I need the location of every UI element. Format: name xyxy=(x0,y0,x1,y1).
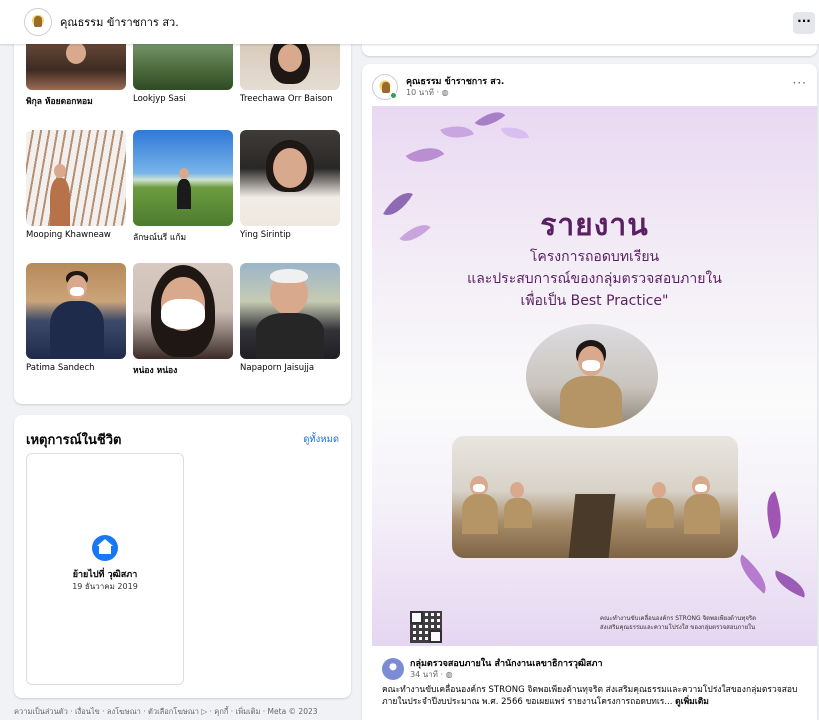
feed-post: คุณธรรม ข้าราชการ สว. 10 นาที · ◍ ··· รา… xyxy=(362,64,817,720)
life-events-card: เหตุการณ์ในชีวิต ดูทั้งหมด ย้ายไปที่ วุฒ… xyxy=(14,415,351,698)
page-header-bar: คุณธรรม ข้าราชการ สว. ··· xyxy=(0,0,819,44)
source-post-timestamp[interactable]: 34 นาที · ◍ xyxy=(410,668,453,681)
friend-photo[interactable] xyxy=(240,263,340,359)
friend-photo[interactable] xyxy=(240,130,340,226)
friend-photo[interactable] xyxy=(26,263,126,359)
life-event-title[interactable]: ย้ายไปที่ วุฒิสภา xyxy=(27,567,183,581)
friend-name[interactable]: พิกุล ห้อยดอกหอม xyxy=(26,94,126,108)
post-more-options-icon[interactable]: ··· xyxy=(793,76,807,90)
meeting-photo xyxy=(452,436,738,558)
friend-tile[interactable]: ลักษณ์นรี แก้ม xyxy=(133,130,233,244)
friend-tile[interactable]: Napaporn Jaisujja xyxy=(240,263,340,373)
friend-name[interactable]: Treechawa Orr Baison xyxy=(240,94,340,104)
friend-photo[interactable] xyxy=(240,40,340,90)
friend-photo[interactable] xyxy=(26,40,126,90)
friend-name[interactable]: Patima Sandech xyxy=(26,363,126,373)
online-status-dot xyxy=(390,92,397,99)
friend-photo[interactable] xyxy=(133,130,233,226)
friend-name[interactable]: หน่อง หน่อง xyxy=(133,363,233,377)
more-options-button[interactable]: ··· xyxy=(793,12,815,34)
friend-name[interactable]: Ying Sirintip xyxy=(240,230,340,240)
qr-code xyxy=(410,611,442,643)
image-caption: คณะทำงานขับเคลื่อนองค์กร STRONG จิตพอเพี… xyxy=(600,615,756,631)
friend-name[interactable]: Mooping Khawneaw xyxy=(26,230,126,240)
friend-name[interactable]: Napaporn Jaisujja xyxy=(240,363,340,373)
report-line-1: โครงการถอดบทเรียน xyxy=(529,249,660,265)
friend-name[interactable]: Lookjyp Sasi xyxy=(133,94,233,104)
source-page-avatar[interactable] xyxy=(382,658,404,680)
friend-tile[interactable]: Treechawa Orr Baison xyxy=(240,40,340,104)
friend-tile[interactable]: Ying Sirintip xyxy=(240,130,340,240)
previous-post-edge xyxy=(362,44,817,56)
life-events-title: เหตุการณ์ในชีวิต xyxy=(26,433,122,448)
page-avatar[interactable] xyxy=(24,8,52,36)
post-timestamp[interactable]: 10 นาที · ◍ xyxy=(406,86,449,99)
see-all-link[interactable]: ดูทั้งหมด xyxy=(303,432,339,447)
friend-photo[interactable] xyxy=(26,130,126,226)
shared-post-image[interactable]: รายงาน โครงการถอดบทเรียน และประสบการณ์ขอ… xyxy=(372,106,817,646)
officer-photo xyxy=(526,324,658,428)
friend-tile[interactable]: Mooping Khawneaw xyxy=(26,130,126,240)
report-line-3: เพื่อเป็น Best Practice" xyxy=(520,293,669,309)
report-line-2: และประสบการณ์ของกลุ่มตรวจสอบภายใน xyxy=(467,271,722,287)
friends-card: พิกุล ห้อยดอกหอม Lookjyp Sasi Treechawa … xyxy=(14,40,351,404)
shared-post-attribution: กลุ่มตรวจสอบภายใน สำนักงานเลขาธิการวุฒิส… xyxy=(372,646,817,720)
friend-photo[interactable] xyxy=(133,40,233,90)
home-icon xyxy=(92,535,118,561)
friend-tile[interactable]: หน่อง หน่อง xyxy=(133,263,233,377)
see-more-link[interactable]: ดูเพิ่มเติม xyxy=(675,697,709,707)
friend-tile[interactable]: Lookjyp Sasi xyxy=(133,40,233,104)
friend-tile[interactable]: Patima Sandech xyxy=(26,263,126,373)
friend-tile[interactable]: พิกุล ห้อยดอกหอม xyxy=(26,40,126,108)
footer-links[interactable]: ความเป็นส่วนตัว · เงื่อนไข · ลงโฆษณา · ต… xyxy=(14,706,318,718)
report-title: รายงาน xyxy=(540,208,649,243)
post-body-text: คณะทำงานขับเคลื่อนองค์กร STRONG จิตพอเพี… xyxy=(382,685,798,707)
friend-name[interactable]: ลักษณ์นรี แก้ม xyxy=(133,230,233,244)
life-event-date: 19 ธันวาคม 2019 xyxy=(72,582,138,591)
page-name[interactable]: คุณธรรม ข้าราชการ สว. xyxy=(60,13,179,31)
friend-photo[interactable] xyxy=(133,263,233,359)
life-event-tile[interactable]: ย้ายไปที่ วุฒิสภา 19 ธันวาคม 2019 xyxy=(26,453,184,685)
